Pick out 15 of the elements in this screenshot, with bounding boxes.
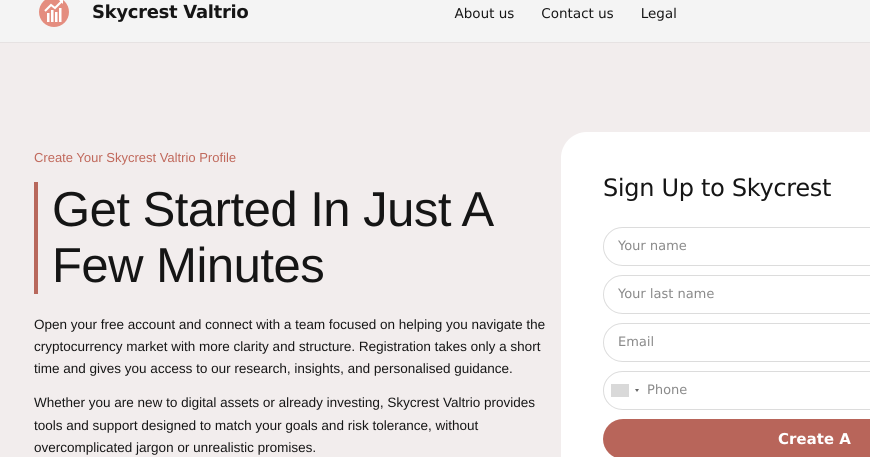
input-field[interactable]: Email	[603, 322, 870, 362]
create-account-button[interactable]: Create A	[603, 418, 870, 457]
signup-title: Sign Up to Skycrest	[603, 174, 832, 203]
eyebrow-text: Create Your Skycrest Valtrio Profile	[34, 149, 238, 167]
input-field[interactable]: Your name	[603, 226, 870, 266]
nav-link[interactable]: About us	[454, 4, 514, 24]
input-field[interactable]: Your last name	[603, 274, 870, 314]
caret-icon[interactable]	[635, 388, 639, 392]
input-field[interactable]: Phone	[639, 380, 819, 402]
phone-field[interactable]: Phone	[603, 370, 870, 410]
nav-link[interactable]: Legal	[640, 4, 677, 24]
hero-paragraph: Whether you are new to digital assets or already investing, Skycrest Valtrio provides tools and support designed to match your goals and risk tolerance, without overcomplicated jargon or unrealistic promises.	[34, 394, 536, 457]
nav-link[interactable]: Contact us	[541, 4, 614, 24]
hero-paragraph: Open your free account and connect with a team focused on helping you navigate the cryptocurrency market with more clarity and structure. Registration takes only a short time and gives you access to our research, insights, and personalised guidance.	[34, 316, 546, 378]
brand-name: Skycrest Valtrio	[92, 0, 248, 24]
